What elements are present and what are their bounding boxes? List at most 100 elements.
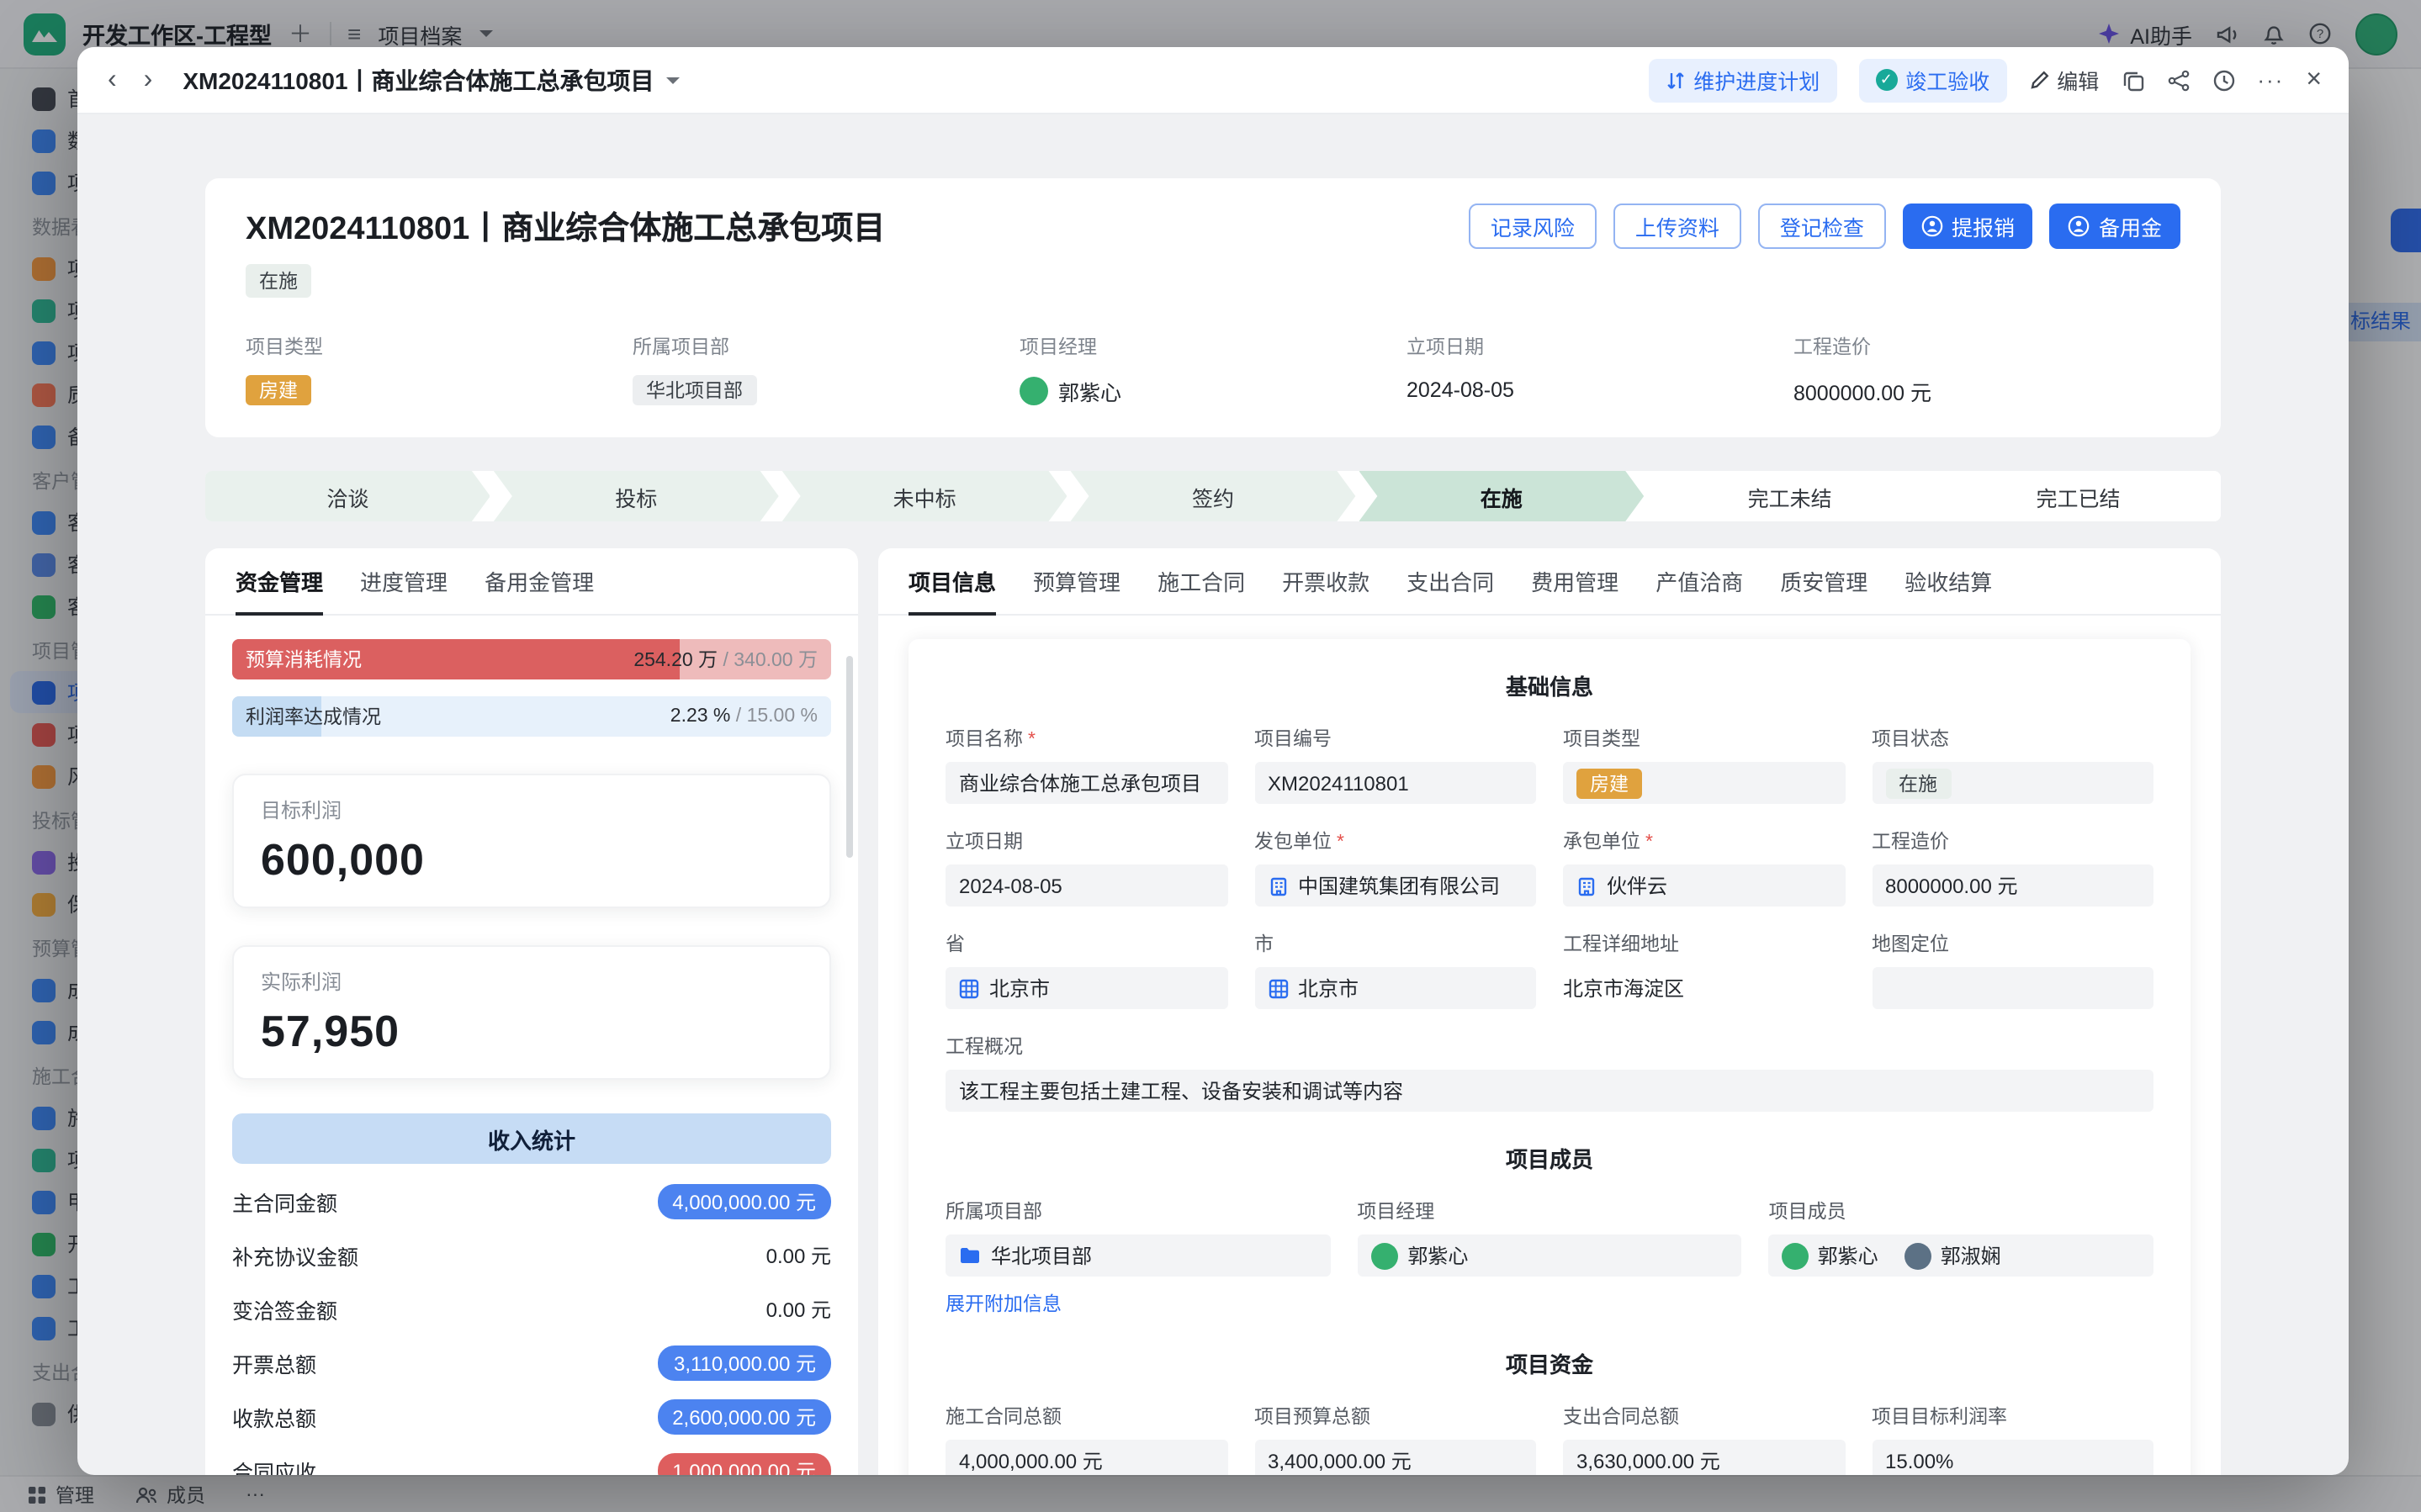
profit-progress-label: 利润率达成情况 [246, 703, 381, 730]
field-value: 中国建筑集团有限公司 [1298, 871, 1500, 900]
project-name-input[interactable]: 商业综合体施工总承包项目 [946, 762, 1227, 804]
funds-grid: 施工合同总额 4,000,000.00 元 项目预算总额 3,400,000.0… [946, 1403, 2153, 1475]
funds-field-value[interactable]: 3,630,000.00 元 [1563, 1440, 1845, 1475]
funds-field-value[interactable]: 3,400,000.00 元 [1254, 1440, 1536, 1475]
tab[interactable]: 支出合同 [1407, 548, 1494, 614]
region-grid-icon [1268, 978, 1288, 998]
avatar [1783, 1242, 1809, 1269]
more-actions-button[interactable]: ··· [2257, 67, 2284, 93]
stepper-step[interactable]: 完工已结 [1936, 471, 2221, 521]
field-label: 支出合同总额 [1563, 1403, 1845, 1430]
expand-extra-info-link[interactable]: 展开附加信息 [946, 1290, 1330, 1317]
tab[interactable]: 开票收款 [1282, 548, 1369, 614]
map-location-input[interactable] [1872, 967, 2153, 1009]
field-label: 项目编号 [1254, 725, 1536, 752]
tab[interactable]: 费用管理 [1531, 548, 1618, 614]
project-type-input[interactable]: 房建 [1563, 762, 1845, 804]
city-input[interactable]: 北京市 [1254, 967, 1536, 1009]
income-statistics-button[interactable]: 收入统计 [232, 1113, 831, 1164]
field-overview: 工程概况 该工程主要包括土建工程、设备安装和调试等内容 [946, 1033, 2153, 1112]
overview-input[interactable]: 该工程主要包括土建工程、设备安装和调试等内容 [946, 1070, 2153, 1112]
tab[interactable]: 项目信息 [909, 548, 996, 614]
stepper-step[interactable]: 完工未结 [1647, 471, 1932, 521]
profit-progress-bar: 利润率达成情况 2.23 % / 15.00 % [232, 696, 831, 737]
stepper-step[interactable]: 签约 [1071, 471, 1356, 521]
summary-actions: 记录风险 上传资料 登记检查 [1469, 204, 2180, 249]
money-row-value: 4,000,000.00 元 [657, 1183, 831, 1219]
manager-input[interactable]: 郭紫心 [1357, 1234, 1741, 1277]
project-status-input[interactable]: 在施 [1872, 762, 2153, 804]
field-value: 3,400,000.00 元 [1268, 1446, 1412, 1475]
field-label: 工程详细地址 [1563, 930, 1845, 957]
tab[interactable]: 产值洽商 [1655, 548, 1743, 614]
tab[interactable]: 施工合同 [1158, 548, 1245, 614]
manager-name: 郭紫心 [1058, 374, 1121, 406]
modal-title: XM2024110801丨商业综合体施工总承包项目 [183, 63, 654, 97]
tab[interactable]: 预算管理 [1033, 548, 1120, 614]
maintain-schedule-label: 维护进度计划 [1693, 64, 1820, 96]
field-contractor-unit: 承包单位 伙伴云 [1563, 827, 1845, 907]
funds-field-value[interactable]: 15.00% [1872, 1440, 2153, 1475]
contractor-unit-input[interactable]: 伙伴云 [1563, 864, 1845, 907]
dept-input[interactable]: 华北项目部 [946, 1234, 1330, 1277]
funds-field-value[interactable]: 4,000,000.00 元 [946, 1440, 1227, 1475]
summary-field-cost: 工程造价 8000000.00 元 [1793, 333, 2180, 407]
avatar [1020, 376, 1048, 404]
button-label: 上传资料 [1635, 210, 1719, 242]
field-project-code: 项目编号 XM2024110801 [1254, 725, 1536, 804]
field-label: 项目目标利润率 [1872, 1403, 2153, 1430]
tab[interactable]: 质安管理 [1780, 548, 1867, 614]
history-clock-icon[interactable] [2212, 68, 2235, 92]
summary-fields: 项目类型 房建 所属项目部 华北项目部 项目经理 郭紫心 [246, 333, 2180, 407]
owner-unit-input[interactable]: 中国建筑集团有限公司 [1254, 864, 1536, 907]
team-members-input[interactable]: 郭紫心 郭淑娴 [1769, 1234, 2153, 1277]
stepper-step[interactable]: 投标 [494, 471, 779, 521]
address-value[interactable]: 北京市海淀区 [1563, 967, 1845, 1009]
avatar [1905, 1242, 1932, 1269]
summary-outline-button[interactable]: 记录风险 [1469, 204, 1597, 249]
scrollbar[interactable] [846, 656, 853, 858]
next-record-button[interactable]: › [140, 66, 156, 93]
summary-outline-button[interactable]: 登记检查 [1758, 204, 1886, 249]
tab[interactable]: 进度管理 [360, 548, 448, 614]
status-badge: 在施 [1885, 768, 1951, 798]
field-label: 工程造价 [1872, 827, 2153, 854]
summary-solid-button[interactable]: 备用金 [2050, 204, 2180, 249]
summary-solid-button[interactable]: 提报销 [1903, 204, 2033, 249]
stepper-step[interactable]: 未中标 [782, 471, 1067, 521]
stepper-step[interactable]: 洽谈 [205, 471, 490, 521]
prev-record-button[interactable]: ‹ [104, 66, 120, 93]
copy-icon[interactable] [2121, 68, 2144, 92]
province-input[interactable]: 北京市 [946, 967, 1227, 1009]
app-root: 开发工作区-工程型 ＋ ≡ 项目档案 AI助手 ? [0, 0, 2421, 1512]
funds-field: 项目目标利润率 15.00% [1872, 1403, 2153, 1475]
share-icon[interactable] [2166, 68, 2190, 92]
maintain-schedule-button[interactable]: 维护进度计划 [1648, 58, 1836, 102]
actual-profit-value: 57,950 [261, 1006, 803, 1058]
completion-acceptance-button[interactable]: ✓ 竣工验收 [1858, 58, 2006, 102]
project-code-input[interactable]: XM2024110801 [1254, 762, 1536, 804]
tab[interactable]: 验收结算 [1904, 548, 1992, 614]
field-label: 工程概况 [946, 1033, 2153, 1060]
edit-button[interactable]: 编辑 [2028, 64, 2099, 96]
start-date-input[interactable]: 2024-08-05 [946, 864, 1227, 907]
field-label: 项目经理 [1357, 1197, 1741, 1224]
field-value: 北京市海淀区 [1563, 974, 1684, 1002]
summary-field-date: 立项日期 2024-08-05 [1407, 333, 1793, 407]
money-row-value: 0.00 元 [766, 1294, 831, 1323]
stepper-step[interactable]: 在施 [1359, 471, 1644, 521]
tab[interactable]: 资金管理 [236, 548, 323, 614]
project-cost-input[interactable]: 8000000.00 元 [1872, 864, 2153, 907]
field-label: 所属项目部 [633, 333, 1020, 360]
tab[interactable]: 备用金管理 [485, 548, 594, 614]
summary-outline-button[interactable]: 上传资料 [1613, 204, 1741, 249]
modal-body: XM2024110801丨商业综合体施工总承包项目 记录风险 上传资料 登记检查 [77, 114, 2349, 1475]
field-label: 项目预算总额 [1254, 1403, 1536, 1430]
chevron-down-icon[interactable] [666, 77, 680, 83]
money-row-label: 变洽签金额 [232, 1293, 337, 1324]
stepper-step-label: 完工未结 [1748, 480, 1832, 512]
field-project-cost: 工程造价 8000000.00 元 [1872, 827, 2153, 907]
close-icon[interactable]: × [2306, 65, 2322, 95]
target-profit-card: 目标利润 600,000 [232, 774, 831, 908]
stepper-step-label: 未中标 [893, 480, 956, 512]
